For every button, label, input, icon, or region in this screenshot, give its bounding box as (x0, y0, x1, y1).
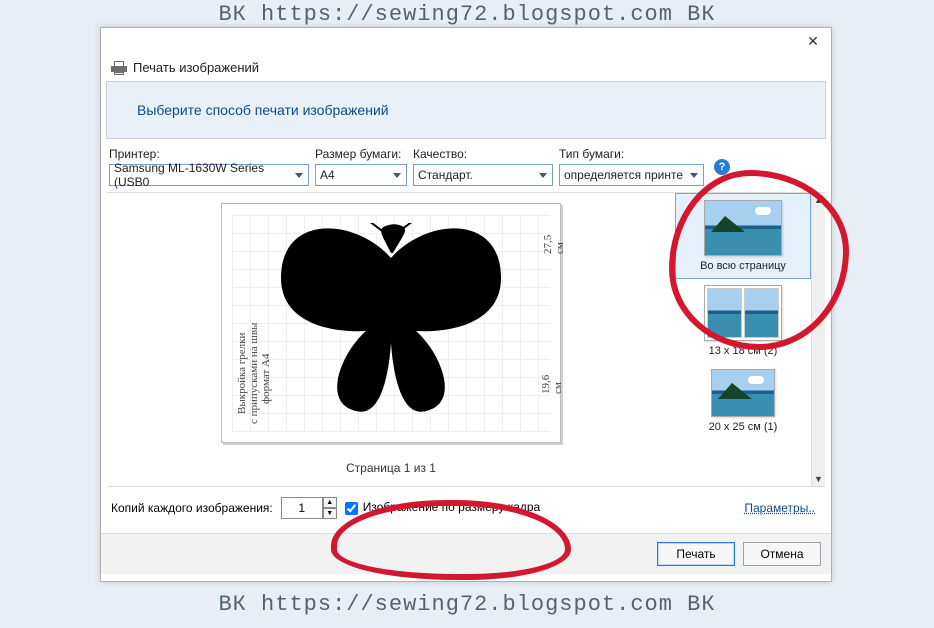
preview-sheet: Выкройка грелки с припусками на швы форм… (221, 203, 561, 443)
background-watermark-bottom: ВК https://sewing72.blogspot.com ВК (0, 592, 934, 617)
printer-select[interactable]: Samsung ML-1630W Series (USB0 (109, 164, 309, 186)
buttons-row: Печать Отмена (101, 533, 831, 574)
parameters-link[interactable]: Параметры.. (744, 501, 815, 515)
titlebar: ✕ (101, 28, 831, 58)
copies-input[interactable] (281, 497, 323, 519)
side-text-1: Выкройка грелки (236, 333, 248, 414)
layout-full-page-label: Во всю страницу (700, 260, 786, 272)
printer-label: Принтер: (109, 147, 309, 161)
layouts-scrollbar[interactable]: ▲ ▼ (811, 193, 825, 486)
page-caption: Страница 1 из 1 (346, 461, 436, 475)
layout-full-page[interactable]: Во всю страницу (675, 193, 811, 279)
printer-icon (111, 61, 127, 75)
top-measure: 27,5 см (542, 235, 566, 254)
dialog-title: Печать изображений (133, 60, 259, 75)
paper-type-label: Тип бумаги: (559, 147, 704, 161)
layout-strip: Во всю страницу 13 x 18 см (2) 20 x 25 с… (675, 193, 825, 486)
layout-20x25-thumb (711, 369, 775, 417)
background-watermark-top: ВК https://sewing72.blogspot.com ВК (0, 2, 934, 27)
dialog-titlerow: Печать изображений (101, 58, 831, 81)
close-button[interactable]: ✕ (795, 28, 831, 54)
copies-label: Копий каждого изображения: (111, 501, 273, 515)
right-measure: 19,6 см (540, 374, 564, 394)
bottom-row: Копий каждого изображения: ▲ ▼ Изображен… (107, 486, 825, 519)
paper-size-label: Размер бумаги: (315, 147, 407, 161)
cancel-button[interactable]: Отмена (743, 542, 821, 566)
layout-13x18-thumb (704, 285, 782, 341)
print-pictures-dialog: ✕ Печать изображений Выберите способ печ… (100, 27, 832, 582)
paper-type-select[interactable]: определяется принте (559, 164, 704, 186)
instruction-banner: Выберите способ печати изображений (106, 81, 826, 139)
fit-to-frame-checkbox[interactable]: Изображение по размеру кадра (345, 501, 540, 514)
banner-text: Выберите способ печати изображений (137, 102, 389, 118)
layout-20x25[interactable]: 20 x 25 см (1) (675, 363, 811, 439)
copies-down-icon[interactable]: ▼ (323, 508, 337, 519)
quality-select[interactable]: Стандарт. (413, 164, 553, 186)
print-options-row: Принтер: Samsung ML-1630W Series (USB0 Р… (101, 139, 831, 190)
copies-stepper[interactable]: ▲ ▼ (281, 497, 337, 519)
layout-full-page-thumb (704, 200, 782, 256)
fit-checkbox-input[interactable] (345, 502, 358, 515)
quality-label: Качество: (413, 147, 553, 161)
layout-20x25-label: 20 x 25 см (1) (709, 421, 778, 433)
scroll-up-icon[interactable]: ▲ (812, 193, 825, 207)
fit-checkbox-label: Изображение по размеру кадра (363, 501, 540, 514)
print-button[interactable]: Печать (657, 542, 735, 566)
copies-up-icon[interactable]: ▲ (323, 497, 337, 508)
butterfly-image (261, 223, 521, 423)
main-area: Выкройка грелки с припусками на швы форм… (107, 192, 825, 486)
layout-13x18[interactable]: 13 x 18 см (2) (675, 279, 811, 363)
help-icon[interactable]: ? (714, 159, 730, 175)
scroll-down-icon[interactable]: ▼ (812, 472, 825, 486)
layout-13x18-label: 13 x 18 см (2) (709, 345, 778, 357)
paper-size-select[interactable]: A4 (315, 164, 407, 186)
preview-pane: Выкройка грелки с припусками на швы форм… (107, 193, 675, 486)
side-text-2: с припусками на швы (248, 323, 260, 424)
